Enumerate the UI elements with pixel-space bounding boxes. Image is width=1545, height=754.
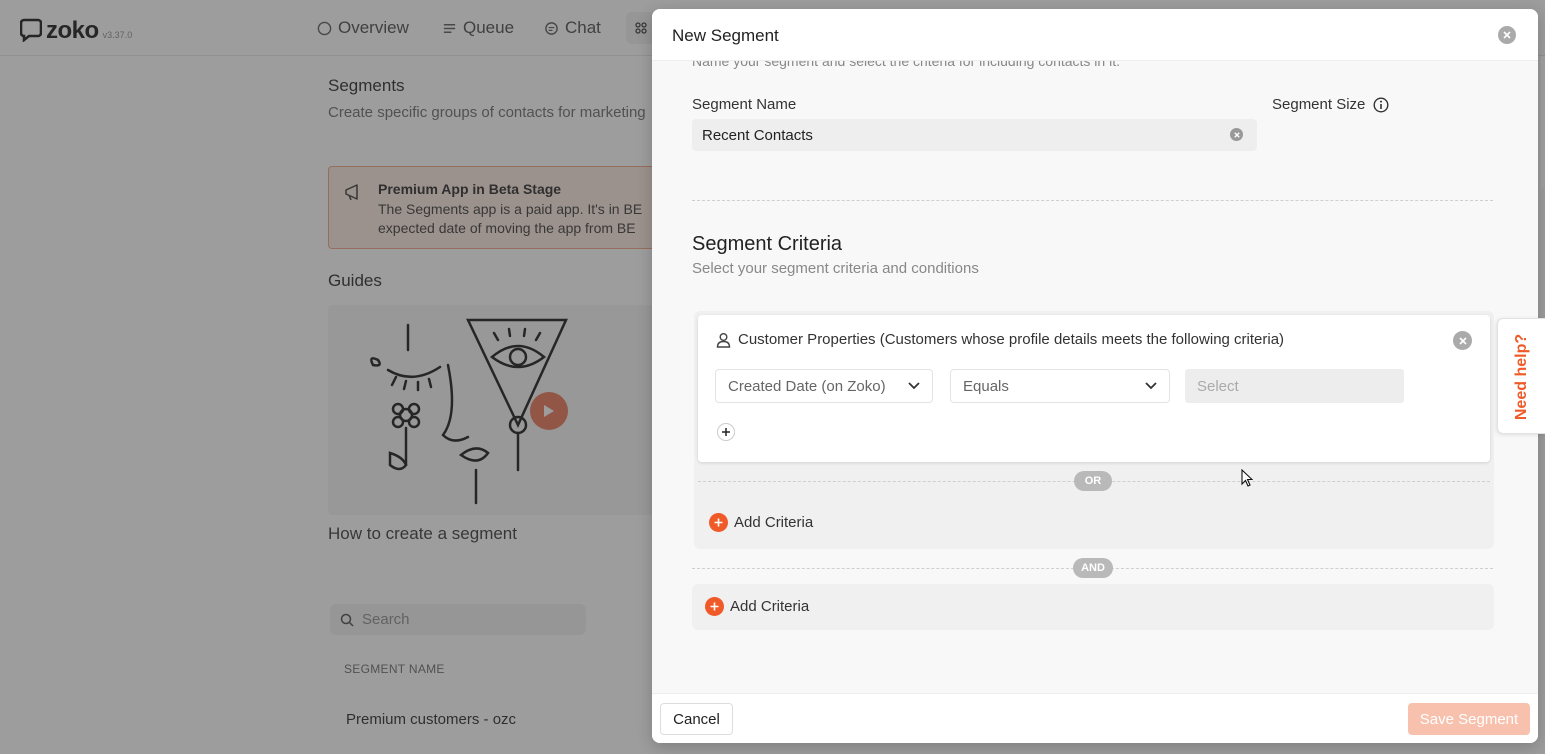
modal-intro-text: Name your segment and select the criteri… — [692, 61, 1120, 69]
close-icon — [1503, 31, 1511, 39]
clear-icon — [1233, 131, 1240, 138]
add-criteria-label: Add Criteria — [730, 598, 810, 615]
add-criteria-and-button[interactable]: Add Criteria — [705, 597, 809, 616]
modal-header: New Segment — [652, 9, 1538, 61]
and-criteria-group: Add Criteria — [692, 584, 1494, 630]
divider — [692, 200, 1493, 201]
add-condition-button[interactable] — [717, 423, 735, 441]
field-select-value: Created Date (on Zoko) — [728, 377, 886, 395]
need-help-label: Need help? — [1513, 333, 1530, 421]
value-select[interactable]: Select — [1185, 369, 1404, 403]
close-icon — [1458, 336, 1467, 345]
operator-select[interactable]: Equals — [950, 369, 1170, 403]
and-pill: AND — [1073, 558, 1113, 578]
or-pill: OR — [1074, 471, 1112, 491]
segment-name-input[interactable] — [702, 126, 1222, 144]
chevron-down-icon — [1145, 382, 1157, 390]
chevron-down-icon — [908, 382, 920, 390]
criteria-card-title: Customer Properties (Customers whose pro… — [738, 331, 1285, 348]
add-icon — [705, 597, 724, 616]
remove-criteria-button[interactable] — [1453, 331, 1472, 350]
operator-select-value: Equals — [963, 377, 1009, 395]
add-icon — [709, 513, 728, 532]
modal-close-button[interactable] — [1498, 26, 1516, 44]
field-select[interactable]: Created Date (on Zoko) — [715, 369, 933, 403]
criteria-group: Customer Properties (Customers whose pro… — [694, 311, 1494, 549]
person-icon — [716, 333, 731, 348]
modal-footer: Cancel Save Segment — [652, 693, 1538, 743]
add-criteria-label: Add Criteria — [734, 514, 814, 531]
new-segment-modal: New Segment Name your segment and select… — [652, 9, 1538, 743]
segment-name-label: Segment Name — [692, 96, 797, 113]
info-icon[interactable] — [1373, 96, 1389, 113]
value-select-placeholder: Select — [1197, 377, 1239, 395]
need-help-tab[interactable]: Need help? — [1497, 318, 1545, 434]
modal-body[interactable]: Name your segment and select the criteri… — [652, 61, 1538, 693]
criteria-title: Segment Criteria — [692, 233, 843, 255]
add-criteria-or-button[interactable]: Add Criteria — [709, 513, 813, 532]
segment-size-label: Segment Size — [1272, 96, 1389, 113]
segment-size-text: Segment Size — [1272, 96, 1366, 113]
mouse-cursor-icon — [1241, 469, 1253, 487]
cancel-button[interactable]: Cancel — [660, 703, 733, 735]
scrollbar-thumb[interactable] — [1541, 56, 1545, 188]
clear-name-button[interactable] — [1230, 128, 1243, 141]
segment-name-field[interactable] — [692, 119, 1257, 151]
plus-icon — [722, 428, 730, 436]
criteria-card: Customer Properties (Customers whose pro… — [698, 315, 1490, 462]
criteria-subtitle: Select your segment criteria and conditi… — [692, 260, 979, 277]
modal-title: New Segment — [672, 26, 779, 45]
save-segment-button[interactable]: Save Segment — [1408, 703, 1530, 735]
